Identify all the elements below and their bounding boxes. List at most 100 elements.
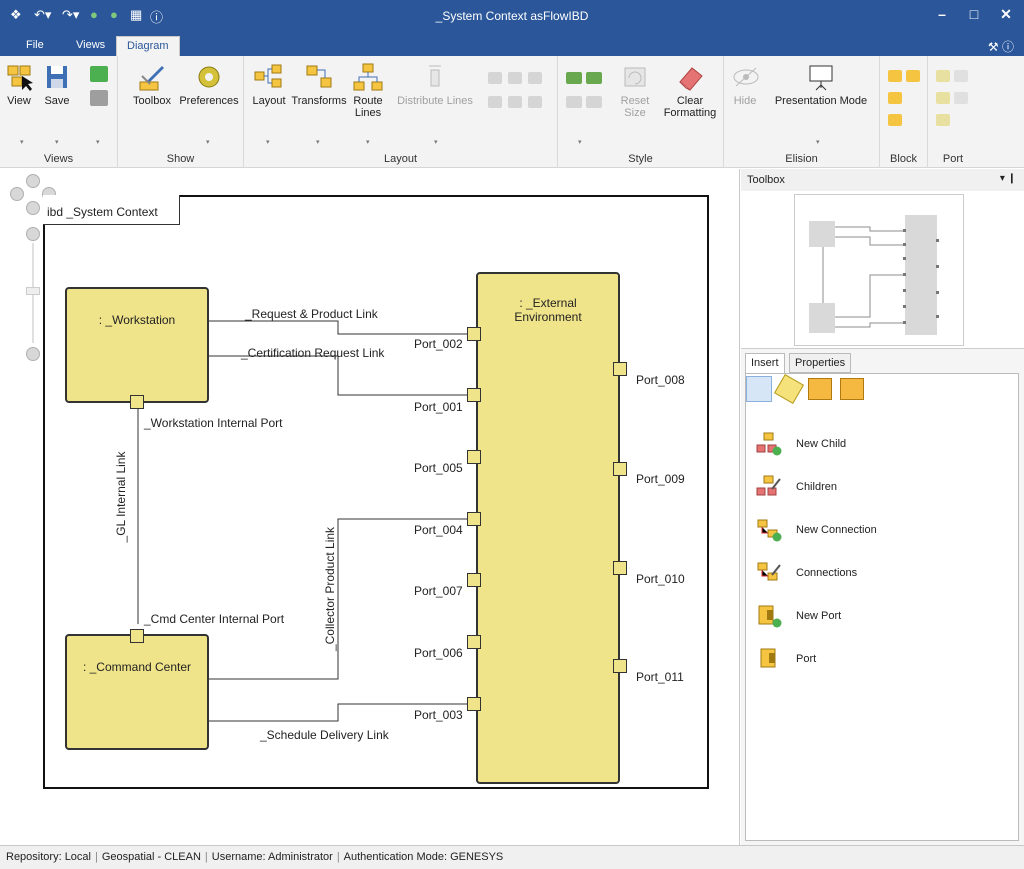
pin-icon[interactable]: ▾ ❙ — [1000, 173, 1016, 184]
export-icon[interactable] — [90, 90, 108, 106]
route-lines-button[interactable]: Route Lines — [350, 62, 386, 119]
port-label: Port_007 — [414, 584, 463, 598]
check-icon[interactable] — [90, 66, 108, 82]
group-label-block: Block — [890, 153, 917, 165]
toolbox-header: Toolbox ▾ ❙ — [741, 169, 1024, 191]
port-010[interactable] — [613, 561, 627, 575]
port-005[interactable] — [467, 450, 481, 464]
clear-formatting-label: Clear Formatting — [663, 95, 717, 119]
group-elision: Hide Presentation Mode ▾ Elision — [724, 56, 880, 168]
port-label: Port_008 — [636, 373, 685, 387]
block-add-icon[interactable] — [888, 70, 902, 82]
align-bottom-icon[interactable] — [528, 96, 542, 108]
group-label-layout: Layout — [383, 153, 418, 165]
clear-formatting-button[interactable]: Clear Formatting — [660, 62, 720, 119]
align-middle-icon[interactable] — [508, 96, 522, 108]
command-center-block[interactable]: : _Command Center — [65, 634, 209, 750]
chevron-down-icon[interactable]: ▾ — [266, 138, 270, 146]
category-blocks-icon[interactable] — [746, 376, 772, 402]
style-fill-icon[interactable] — [566, 72, 582, 84]
hide-button[interactable]: Hide — [730, 62, 760, 107]
reset-size-button[interactable]: Reset Size — [616, 62, 654, 119]
cert-request-link-line — [208, 355, 468, 396]
category-package-icon[interactable] — [840, 378, 864, 400]
view-button[interactable]: View — [4, 62, 34, 107]
minimize-button[interactable]: – — [930, 6, 954, 22]
port-001[interactable] — [467, 388, 481, 402]
group-views: View Save ▾ ▾ ▾ Views — [0, 56, 118, 168]
diagram-overview[interactable] — [794, 194, 964, 346]
distribute-lines-label: Distribute Lines — [397, 95, 473, 107]
save-button[interactable]: Save — [38, 62, 76, 107]
port-004[interactable] — [467, 512, 481, 526]
tab-properties[interactable]: Properties — [789, 353, 852, 373]
port-show-icon[interactable] — [936, 114, 950, 126]
block-edit-icon[interactable] — [906, 70, 920, 82]
chevron-down-icon[interactable]: ▾ — [316, 138, 320, 146]
port-002[interactable] — [467, 327, 481, 341]
presentation-mode-button[interactable]: Presentation Mode — [766, 62, 876, 107]
port-label: Port_005 — [414, 461, 463, 475]
block-child-icon[interactable] — [888, 92, 902, 104]
category-shapes-icon[interactable] — [773, 373, 805, 405]
port-edit-icon[interactable] — [954, 70, 968, 82]
chevron-down-icon[interactable]: ▾ — [366, 138, 370, 146]
toolbox-button[interactable]: Toolbox — [130, 62, 174, 107]
tab-file[interactable]: File — [16, 36, 54, 56]
port-003[interactable] — [467, 697, 481, 711]
port-type-icon[interactable] — [936, 92, 950, 104]
style-copy-icon[interactable] — [566, 96, 582, 108]
port-008[interactable] — [613, 362, 627, 376]
chevron-down-icon[interactable]: ▾ — [816, 138, 820, 146]
align-left-icon[interactable] — [488, 72, 502, 84]
external-environment-block[interactable]: : _External Environment — [476, 272, 620, 784]
workstation-block[interactable]: : _Workstation — [65, 287, 209, 403]
preferences-button[interactable]: Preferences — [178, 62, 240, 107]
new-connection-label: New Connection — [796, 524, 877, 536]
children-icon — [756, 475, 781, 496]
distribute-lines-button[interactable]: Distribute Lines — [392, 62, 478, 107]
transforms-button[interactable]: Transforms — [290, 62, 348, 107]
chevron-down-icon[interactable]: ▾ — [206, 138, 210, 146]
block-type-icon[interactable] — [888, 114, 902, 126]
maximize-button[interactable]: □ — [962, 6, 986, 22]
align-right-icon[interactable] — [528, 72, 542, 84]
connections-icon — [757, 562, 781, 581]
port-add-icon[interactable] — [936, 70, 950, 82]
ribbon-options-icon[interactable]: ⚒ ⓘ — [988, 38, 1014, 55]
status-bar: Repository: Local | Geospatial - CLEAN | Use… — [0, 845, 1024, 869]
toolbox-icon — [139, 66, 164, 91]
request-product-link-line — [208, 320, 468, 335]
group-port: Port — [928, 56, 978, 168]
style-paste-icon[interactable] — [586, 96, 602, 108]
port-009[interactable] — [613, 462, 627, 476]
chevron-down-icon[interactable]: ▾ — [96, 138, 100, 146]
chevron-down-icon[interactable]: ▾ — [20, 138, 24, 146]
close-button[interactable]: ✕ — [994, 6, 1018, 23]
port-label: Port_006 — [414, 646, 463, 660]
port-label: _Workstation Internal Port — [144, 416, 283, 430]
align-top-icon[interactable] — [488, 96, 502, 108]
align-center-icon[interactable] — [508, 72, 522, 84]
chevron-down-icon[interactable]: ▾ — [434, 138, 438, 146]
tab-views[interactable]: Views — [66, 36, 115, 56]
insert-body: New Child Children New Connection Connec… — [745, 373, 1019, 841]
diagram-canvas[interactable]: ibd _System Context : _Workstation : _Co… — [0, 169, 740, 845]
chevron-down-icon[interactable]: ▾ — [55, 138, 59, 146]
chevron-down-icon[interactable]: ▾ — [578, 138, 582, 146]
overview-thumbnail — [809, 215, 939, 335]
tab-diagram[interactable]: Diagram — [116, 36, 180, 56]
style-line-icon[interactable] — [586, 72, 602, 84]
port-006[interactable] — [467, 635, 481, 649]
port-011[interactable] — [613, 659, 627, 673]
route-lines-label: Route Lines — [353, 95, 383, 119]
group-show: Toolbox Preferences ▾ Show — [118, 56, 244, 168]
tab-insert[interactable]: Insert — [745, 353, 785, 374]
group-label-style: Style — [628, 153, 653, 165]
cmd-center-internal-port[interactable] — [130, 629, 144, 643]
port-flow-icon[interactable] — [954, 92, 968, 104]
workstation-internal-port[interactable] — [130, 395, 144, 409]
layout-button[interactable]: Layout — [250, 62, 288, 107]
port-007[interactable] — [467, 573, 481, 587]
category-folder-icon[interactable] — [808, 378, 832, 400]
